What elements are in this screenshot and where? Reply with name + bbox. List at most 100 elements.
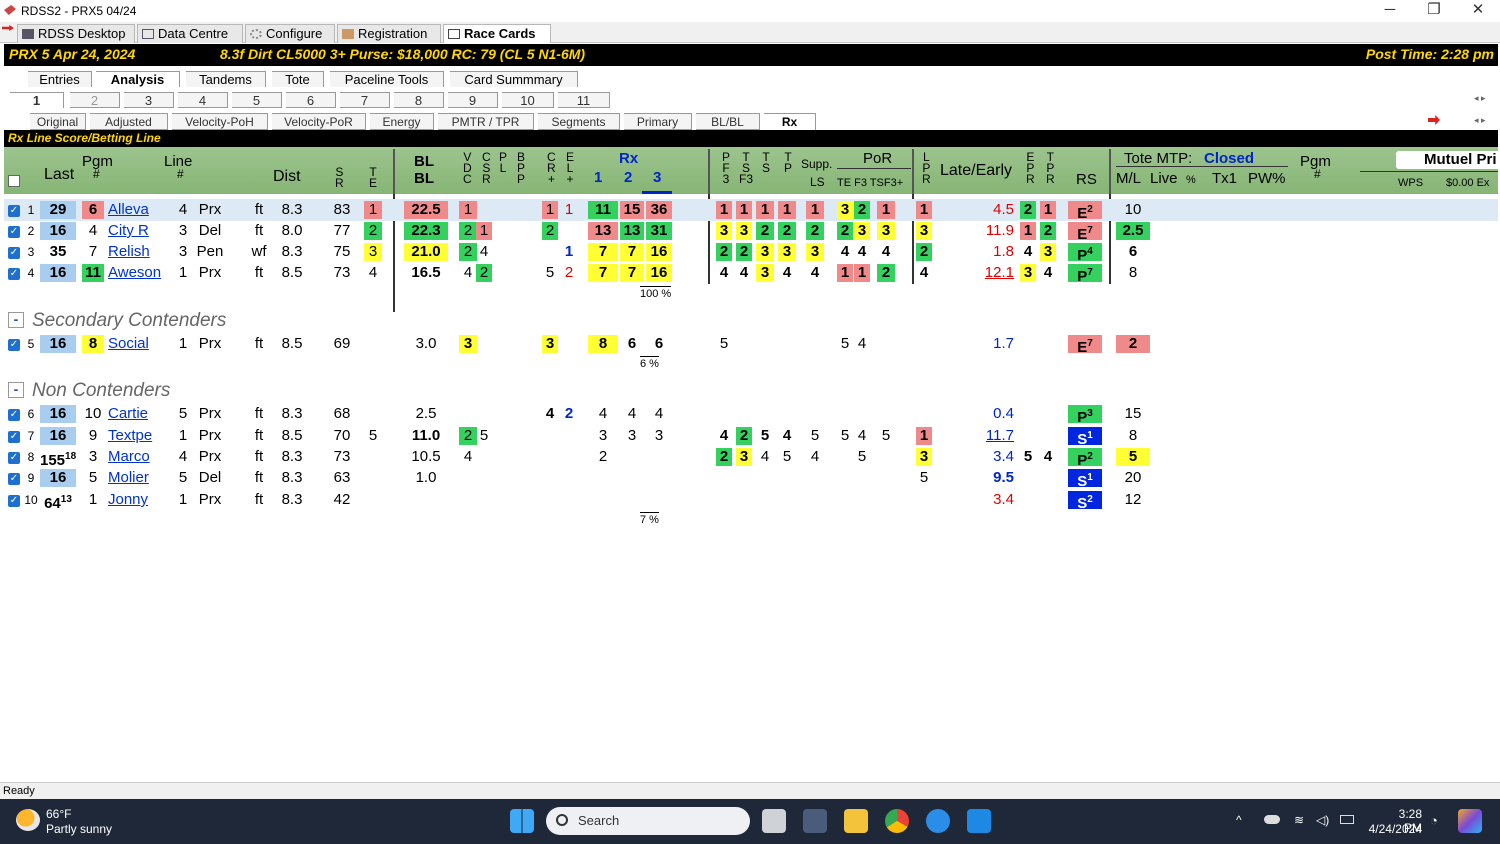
col-sr[interactable]: S R (335, 166, 344, 189)
col-tx1[interactable]: Tx1 (1212, 171, 1237, 186)
clock-date[interactable]: 4/24/2024 (1368, 822, 1422, 836)
subtab-primary[interactable]: Primary (624, 113, 692, 130)
col-bpp[interactable]: B P P (517, 151, 525, 185)
table-row[interactable]: ✓ 2 16 4 City R 3 Del ft 8.0 77 2 22.3 2 1 2 13 13 31 3 3 2 2… (4, 220, 1498, 243)
cell-name[interactable]: Cartie (108, 405, 162, 423)
row-checkbox[interactable]: ✓ (8, 268, 20, 280)
wifi-icon[interactable]: ≋ (1294, 813, 1304, 827)
col-vdc[interactable]: V D C (463, 151, 472, 185)
maximize-button[interactable]: ❐ (1412, 0, 1456, 22)
subtab-energy[interactable]: Energy (370, 113, 434, 130)
col-epr[interactable]: E P R (1026, 151, 1035, 185)
close-button[interactable]: ✕ (1456, 0, 1500, 22)
tab-card-summary[interactable]: Card Summmary (450, 71, 578, 87)
table-row[interactable]: ✓ 9 16 5 Molier 5 Del ft 8.3 63 1.0 5 9.5 S1 20 (4, 467, 1498, 490)
col-ls[interactable]: LS (810, 176, 825, 188)
col-rx[interactable]: Rx (619, 151, 638, 166)
cell-name[interactable]: City R (108, 222, 162, 240)
race-tab-8[interactable]: 8 (394, 92, 444, 108)
race-tab-6[interactable]: 6 (286, 92, 336, 108)
chrome-icon[interactable] (885, 809, 909, 833)
col-el[interactable]: E L + (566, 151, 574, 185)
table-row[interactable]: ✓ 6 16 10 Cartie 5 Prx ft 8.3 68 2.5 4 2 4 4 4 0.4 P3 15 (4, 403, 1498, 426)
col-pf3[interactable]: P F 3 (722, 151, 730, 185)
col-live[interactable]: Live (1150, 171, 1178, 186)
cell-name[interactable]: Marco (108, 448, 162, 466)
col-pl[interactable]: P L (499, 151, 507, 174)
col-mutuel[interactable]: Mutuel Pri (1424, 152, 1497, 167)
row-checkbox[interactable]: ✓ (8, 409, 20, 421)
chevron-up-icon[interactable]: ^ (1236, 813, 1242, 827)
col-ts[interactable]: T S (762, 151, 770, 174)
help-icon[interactable] (926, 809, 950, 833)
minimize-button[interactable]: ─ (1368, 0, 1412, 22)
race-tab-5[interactable]: 5 (232, 92, 282, 108)
tab-entries[interactable]: Entries (28, 71, 92, 87)
subtab-original[interactable]: Original (30, 113, 86, 130)
collapse-non-button[interactable]: - (8, 382, 24, 398)
row-checkbox[interactable]: ✓ (8, 226, 20, 238)
tab-race-cards[interactable]: Race Cards (443, 24, 551, 43)
tab-configure[interactable]: Configure (245, 24, 335, 43)
file-explorer-icon[interactable] (844, 809, 868, 833)
tab-paceline-tools[interactable]: Paceline Tools (330, 71, 444, 87)
row-checkbox[interactable]: ✓ (8, 473, 20, 485)
task-view-icon[interactable] (762, 809, 786, 833)
table-row[interactable]: ✓ 7 16 9 Textpe 1 Prx ft 8.5 70 5 11.0 2 5 3 3 3 4 2 5 4 5 5 4 5… (4, 425, 1498, 448)
race-tab-1[interactable]: 1 (10, 92, 64, 108)
race-tab-7[interactable]: 7 (340, 92, 390, 108)
col-cr[interactable]: C R + (547, 151, 556, 185)
race-tab-9[interactable]: 9 (448, 92, 498, 108)
scroll-arrows-icon[interactable]: ◂ ▸ (1474, 93, 1486, 104)
hp-app-icon[interactable] (967, 809, 991, 833)
volume-icon[interactable]: ◁) (1316, 813, 1329, 827)
row-checkbox[interactable]: ✓ (8, 339, 20, 351)
table-row[interactable]: ✓ 4 16 11 Aweson 1 Prx ft 8.5 73 4 16.5 4 2 5 2 7 7 16 4 4 3 4… (4, 262, 1498, 285)
row-checkbox[interactable]: ✓ (8, 452, 20, 464)
tab-tote[interactable]: Tote (272, 71, 324, 87)
race-tab-11[interactable]: 11 (558, 92, 610, 108)
cell-name[interactable]: Alleva (108, 201, 162, 219)
rdss-app-icon[interactable] (803, 809, 827, 833)
race-tab-3[interactable]: 3 (124, 92, 174, 108)
subtab-velocity-por[interactable]: Velocity-PoR (272, 113, 366, 130)
scroll-arrows-icon-2[interactable]: ◂ ▸ (1474, 115, 1486, 126)
col-tpr[interactable]: T P R (1046, 151, 1055, 185)
race-tab-4[interactable]: 4 (178, 92, 228, 108)
col-rx2[interactable]: 2 (624, 170, 632, 185)
cell-name[interactable]: Relish (108, 243, 162, 261)
col-bl[interactable]: BL (414, 154, 434, 169)
table-row[interactable]: ✓ 10 6413 1 Jonny 1 Prx ft 8.3 42 3.4 S2 12 (4, 489, 1498, 512)
col-tp[interactable]: T P (784, 151, 792, 174)
subtab-segments[interactable]: Segments (538, 113, 620, 130)
weather-icon[interactable] (16, 809, 40, 831)
col-rx3[interactable]: 3 (653, 170, 661, 185)
tab-tandems[interactable]: Tandems (186, 71, 266, 87)
table-row[interactable]: ✓ 8 15518 3 Marco 4 Prx ft 8.3 73 10.5 4 2 2 3 4 5 4 5 3 3.4… (4, 446, 1498, 469)
subtab-adjusted[interactable]: Adjusted (90, 113, 168, 130)
race-tab-2[interactable]: 2 (70, 92, 120, 108)
start-icon[interactable] (510, 809, 534, 833)
col-csr[interactable]: C S R (482, 151, 491, 185)
col-te[interactable]: T E (369, 166, 377, 189)
subtab-bl-bl[interactable]: BL/BL (696, 113, 760, 130)
tab-registration[interactable]: Registration (337, 24, 441, 43)
battery-icon[interactable] (1340, 815, 1354, 824)
tab-analysis[interactable]: Analysis (96, 71, 180, 87)
row-checkbox[interactable]: ✓ (8, 431, 20, 443)
col-rx1[interactable]: 1 (594, 170, 602, 185)
col-lpr[interactable]: L P R (922, 151, 931, 185)
tab-data-centre[interactable]: Data Centre (137, 24, 243, 43)
col-ml[interactable]: M/L (1116, 171, 1141, 186)
table-row[interactable]: ✓ 3 35 7 Relish 3 Pen wf 8.3 75 3 21.0 2 4 1 7 7 16 2 2 3 3 3 4… (4, 241, 1498, 264)
cloud-icon[interactable] (1264, 815, 1280, 824)
subtab-velocity-poh[interactable]: Velocity-PoH (172, 113, 268, 130)
tab-rdss-desktop[interactable]: RDSS Desktop (17, 24, 135, 43)
col-last[interactable]: Last (44, 167, 74, 183)
cell-name[interactable]: Aweson (108, 264, 162, 282)
col-supp[interactable]: Supp. (801, 158, 832, 170)
race-tab-10[interactable]: 10 (502, 92, 554, 108)
col-dist[interactable]: Dist (273, 169, 301, 185)
collapse-secondary-button[interactable]: - (8, 312, 24, 328)
col-por[interactable]: PoR (863, 151, 892, 166)
